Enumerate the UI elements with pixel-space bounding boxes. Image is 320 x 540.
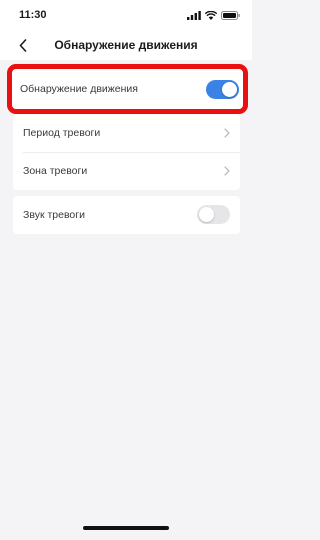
status-bar: 11:30 — [0, 0, 252, 30]
alarm-sound-row: Звук тревоги — [13, 196, 240, 234]
status-icons — [187, 10, 240, 20]
motion-detection-toggle[interactable] — [206, 80, 239, 99]
signal-icon — [187, 10, 201, 20]
home-indicator — [83, 526, 169, 530]
motion-detection-row: Обнаружение движения — [12, 69, 243, 109]
toggle-knob — [222, 82, 237, 97]
page-title: Обнаружение движения — [54, 38, 198, 52]
alarm-period-label: Период тревоги — [23, 127, 101, 139]
status-time: 11:30 — [19, 9, 47, 21]
motion-detection-highlight: Обнаружение движения — [7, 64, 248, 114]
chevron-right-icon — [224, 166, 230, 176]
chevron-right-icon — [224, 128, 230, 138]
alarm-zone-row[interactable]: Зона тревоги — [13, 152, 240, 190]
alarm-sound-label: Звук тревоги — [23, 209, 85, 221]
nav-bar: Обнаружение движения — [0, 30, 252, 60]
wifi-icon — [205, 10, 217, 20]
motion-detection-label: Обнаружение движения — [20, 83, 138, 95]
alarm-zone-label: Зона тревоги — [23, 165, 88, 177]
alarm-period-row[interactable]: Период тревоги — [13, 114, 240, 152]
alarm-sound-toggle[interactable] — [197, 205, 230, 224]
toggle-knob — [199, 207, 214, 222]
battery-icon — [221, 10, 240, 20]
alarm-sound-card: Звук тревоги — [13, 196, 240, 234]
alarm-settings-card: Период тревоги Зона тревоги — [13, 114, 240, 190]
